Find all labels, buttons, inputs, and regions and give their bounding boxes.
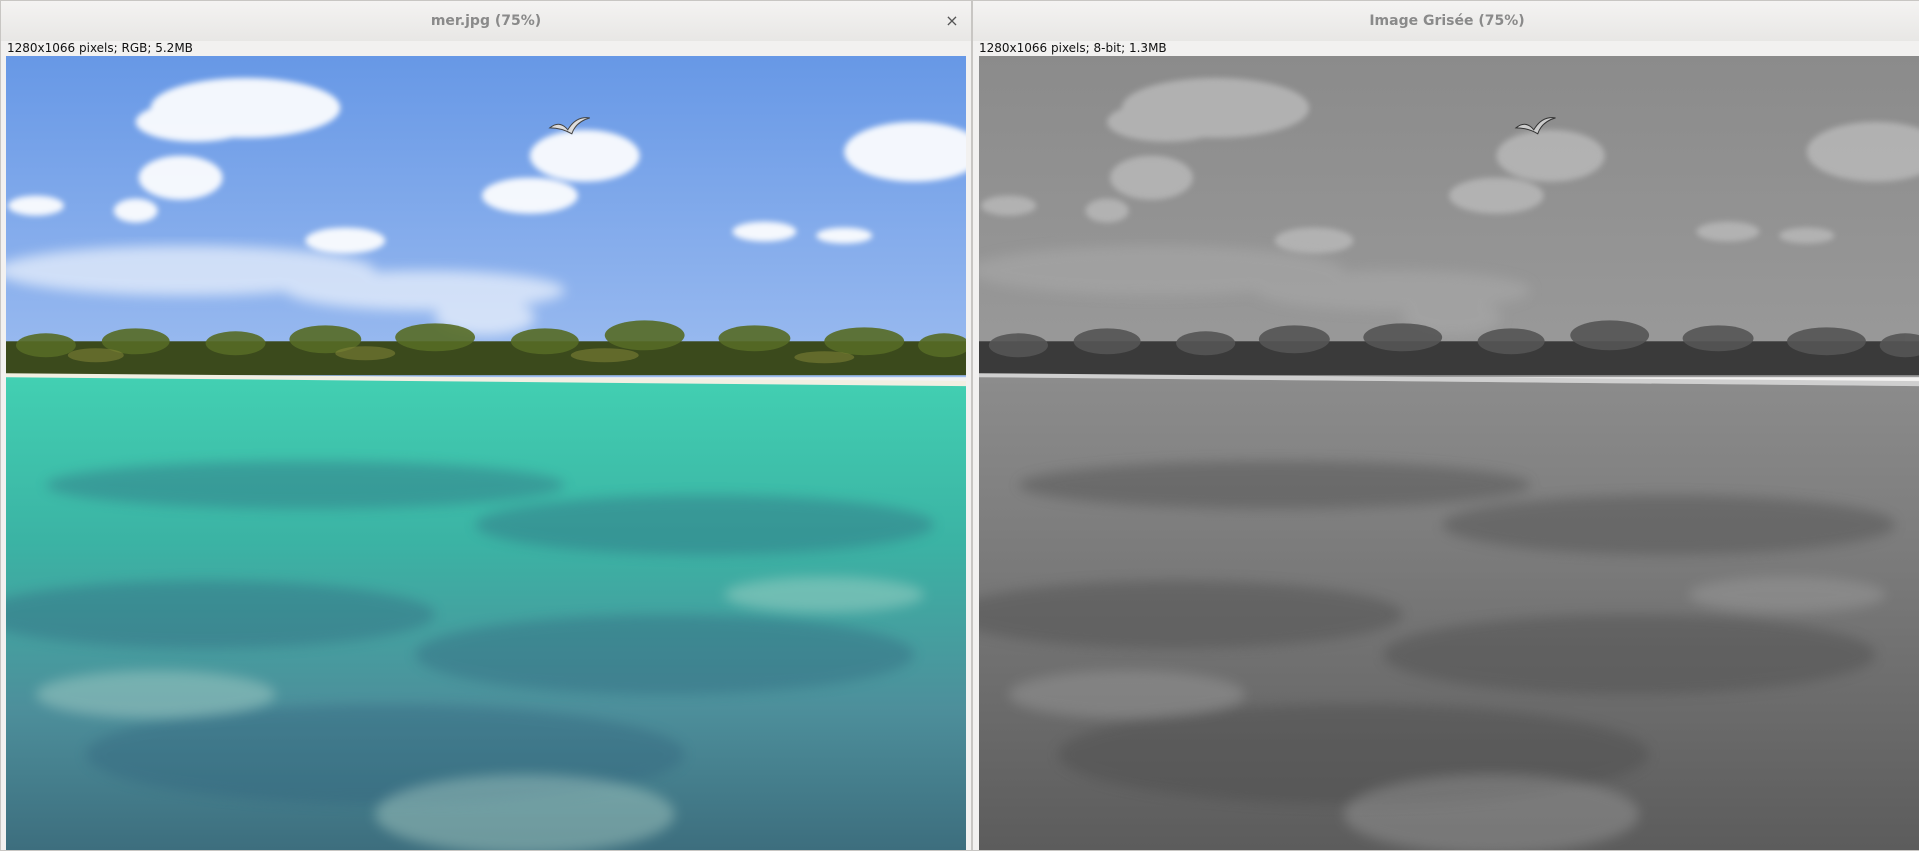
window-title: Image Grisée (75%): [1369, 13, 1525, 29]
close-icon[interactable]: ×: [941, 10, 963, 32]
image-info: 1280x1066 pixels; RGB; 5.2MB: [7, 41, 193, 55]
sea-photo: [6, 56, 966, 850]
titlebar[interactable]: Image Grisée (75%): [973, 1, 1919, 41]
titlebar[interactable]: mer.jpg (75%) ×: [1, 1, 971, 41]
image-canvas-grayscale[interactable]: [979, 56, 1919, 850]
window-title: mer.jpg (75%): [430, 13, 542, 29]
image-window-grayscale[interactable]: Image Grisée (75%) 1280x1066 pixels; 8-b…: [972, 0, 1919, 851]
image-info: 1280x1066 pixels; 8-bit; 1.3MB: [979, 41, 1167, 55]
image-canvas-color[interactable]: [6, 56, 966, 850]
desktop: mer.jpg (75%) × 1280x1066 pixels; RGB; 5…: [0, 0, 1919, 851]
sea-photo-grayscale: [979, 56, 1919, 850]
image-window-original[interactable]: mer.jpg (75%) × 1280x1066 pixels; RGB; 5…: [0, 0, 972, 851]
